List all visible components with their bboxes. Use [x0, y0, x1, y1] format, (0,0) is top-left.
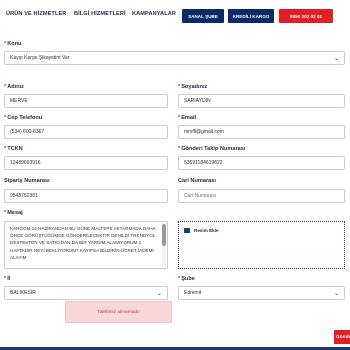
- chevron-down-icon: ⌄: [333, 56, 339, 62]
- scrollbar-thumb[interactable]: [162, 224, 166, 246]
- mesaj-text: KARGOM 24 HAZİRANDAN BU GÜNE MALTEPE AKT…: [10, 226, 156, 260]
- tckn-label: *TCKN: [4, 146, 23, 152]
- nav-link-campaigns[interactable]: KAMPANYALAR: [132, 11, 176, 17]
- cari-label: Cari Numarası: [178, 178, 216, 184]
- siparis-label: Sipariş Numarası: [4, 178, 50, 184]
- adiniz-field[interactable]: MERVE: [4, 94, 168, 108]
- email-field[interactable]: mrvfll@gmail.com: [178, 125, 345, 139]
- tckn-field[interactable]: 12489693916: [4, 156, 168, 170]
- soyadiniz-field[interactable]: SARIAYDIN: [178, 94, 345, 108]
- sube-label: *Şube: [178, 276, 195, 282]
- nav-link-info[interactable]: BİLGİ HİZMETLERİ: [74, 11, 126, 17]
- konu-value: Kayıp Kargo Şikayetim Var: [10, 55, 70, 61]
- il-value: BALIKESİR: [10, 290, 36, 296]
- sube-select[interactable]: Edremit ⌄: [178, 286, 345, 300]
- chevron-down-icon: ⌄: [333, 291, 339, 297]
- il-label: *İl: [4, 276, 11, 282]
- siparis-field[interactable]: 9548752381: [4, 189, 168, 203]
- resim-ekle-label: Resim Ekle: [194, 228, 219, 233]
- submit-button[interactable]: Gönder: [334, 330, 350, 344]
- soyadiniz-label: *Soyadınız: [178, 84, 208, 90]
- il-select[interactable]: BALIKESİR ⌄: [4, 286, 168, 300]
- chevron-down-icon: ⌄: [156, 291, 162, 297]
- mesaj-label: *Mesaj: [4, 210, 23, 216]
- cari-field[interactable]: Cari Numarası: [178, 189, 345, 203]
- sube-value: Edremit: [184, 290, 202, 296]
- image-dropzone[interactable]: Resim Ekle: [178, 221, 345, 269]
- adiniz-label: *Adınız: [4, 84, 24, 90]
- gonderi-field[interactable]: 53691184619622: [178, 156, 345, 170]
- cep-field[interactable]: (534) 600-6367: [4, 125, 168, 139]
- image-icon: [184, 228, 190, 233]
- cep-label: *Cep Telefonu: [4, 115, 43, 121]
- error-alert: Talebiniz alınamadı!: [65, 301, 172, 323]
- credit-cargo-button[interactable]: KREDİLİ KARGO: [228, 9, 274, 23]
- konu-select[interactable]: Kayıp Kargo Şikayetim Var ⌄: [4, 51, 345, 65]
- email-label: *Email: [178, 115, 197, 121]
- gonderi-label: *Gönderi Takip Numarası: [178, 146, 246, 152]
- konu-label: *Konu: [4, 41, 22, 47]
- phone-button[interactable]: 0850 202 02 02: [279, 9, 333, 23]
- top-nav: ÜRÜN VE HİZMETLER BİLGİ HİZMETLERİ KAMPA…: [0, 0, 350, 30]
- online-branch-button[interactable]: SANAL ŞUBE: [182, 9, 224, 23]
- nav-link-products[interactable]: ÜRÜN VE HİZMETLER: [6, 11, 66, 17]
- mesaj-textarea[interactable]: KARGOM 24 HAZİRANDAN BU GÜNE MALTEPE AKT…: [4, 221, 168, 269]
